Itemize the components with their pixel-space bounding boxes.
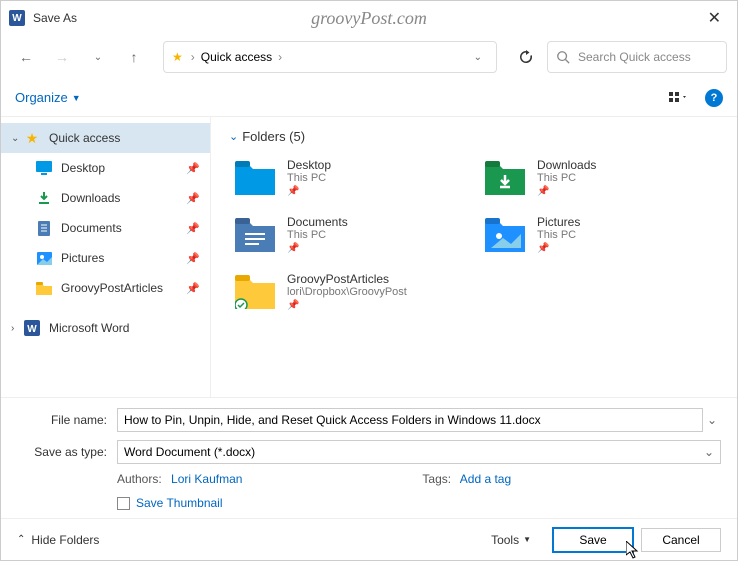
chevron-down-icon: ⌄ [229,130,238,143]
save-thumbnail-checkbox[interactable] [117,497,130,510]
folder-downloads[interactable]: DownloadsThis PC📌 [479,154,709,201]
view-options-button[interactable] [669,90,691,106]
address-bar[interactable]: ★ › Quick access › ⌄ [163,41,497,73]
chevron-up-icon: ⌃ [17,534,25,545]
save-as-dialog: W Save As groovyPost.com ✕ ← → ⌄ ↑ ★ › Q… [0,0,738,561]
tags-value[interactable]: Add a tag [460,472,511,486]
close-button[interactable]: ✕ [700,8,729,28]
chevron-right-icon: › [278,50,282,64]
savetype-combo[interactable]: Word Document (*.docx) ⌄ [117,440,721,464]
download-icon [35,191,53,205]
save-button[interactable]: Save [553,528,633,552]
word-icon: W [23,320,41,336]
sidebar-microsoft-word[interactable]: › W Microsoft Word [1,313,210,343]
sidebar-item-downloads[interactable]: Downloads 📌 [1,183,210,213]
file-content-area: ⌄ Folders (5) DesktopThis PC📌 DownloadsT… [211,117,737,397]
save-thumbnail-label: Save Thumbnail [136,496,223,510]
navigation-pane: ⌄ ★ Quick access Desktop 📌 Downloads 📌 D… [1,117,211,397]
pin-icon: 📌 [537,186,596,197]
search-box[interactable]: Search Quick access [547,41,727,73]
sidebar-item-documents[interactable]: Documents 📌 [1,213,210,243]
desktop-folder-icon [233,159,277,197]
pin-icon: 📌 [186,162,200,175]
pin-icon: 📌 [287,186,331,197]
star-icon: ★ [23,130,41,147]
refresh-button[interactable] [511,42,541,72]
chevron-down-icon: ⌄ [704,445,714,459]
filename-label: File name: [17,413,117,427]
window-title: Save As [33,11,77,25]
chevron-right-icon: › [191,50,195,64]
sidebar-item-pictures[interactable]: Pictures 📌 [1,243,210,273]
back-button[interactable]: ← [11,42,41,72]
pin-icon: 📌 [537,243,580,254]
titlebar: W Save As groovyPost.com ✕ [1,1,737,35]
tags-label: Tags: [422,472,451,486]
pictures-icon [35,252,53,265]
pin-icon: 📌 [186,252,200,265]
pictures-folder-icon [483,216,527,254]
folder-documents[interactable]: DocumentsThis PC📌 [229,211,459,258]
search-icon [556,50,570,64]
watermark-text: groovyPost.com [311,8,427,29]
tools-menu[interactable]: Tools ▼ [491,533,531,547]
navigation-bar: ← → ⌄ ↑ ★ › Quick access › ⌄ Search Quic… [1,35,737,79]
sidebar-quick-access[interactable]: ⌄ ★ Quick access [1,123,210,153]
save-form: File name: ⌄ Save as type: Word Document… [1,397,737,518]
generic-folder-icon [233,273,277,311]
folder-groovypost[interactable]: GroovyPostArticleslori\Dropbox\GroovyPos… [229,268,459,315]
documents-folder-icon [233,216,277,254]
toolbar: Organize ▼ ? [1,79,737,117]
breadcrumb-label: Quick access [201,50,272,64]
folder-pictures[interactable]: PicturesThis PC📌 [479,211,709,258]
desktop-icon [35,161,53,175]
folders-group-header[interactable]: ⌄ Folders (5) [229,129,719,144]
hide-folders-button[interactable]: ⌃ Hide Folders [17,533,99,547]
pin-icon: 📌 [186,282,200,295]
help-button[interactable]: ? [705,89,723,107]
star-icon: ★ [172,50,183,64]
organize-menu[interactable]: Organize ▼ [15,90,81,105]
pin-icon: 📌 [287,300,407,311]
downloads-folder-icon [483,159,527,197]
main-area: ⌄ ★ Quick access Desktop 📌 Downloads 📌 D… [1,117,737,397]
chevron-down-icon: ⌄ [11,133,23,144]
pin-icon: 📌 [287,243,348,254]
folder-desktop[interactable]: DesktopThis PC📌 [229,154,459,201]
sidebar-item-desktop[interactable]: Desktop 📌 [1,153,210,183]
forward-button[interactable]: → [47,42,77,72]
pin-icon: 📌 [186,222,200,235]
authors-label: Authors: [117,472,162,486]
chevron-down-icon: ▼ [72,93,81,103]
pin-icon: 📌 [186,192,200,205]
chevron-down-icon: ▼ [523,535,531,544]
breadcrumb-dropdown[interactable]: ⌄ [468,52,488,63]
svg-text:W: W [27,324,37,335]
word-app-icon: W [9,10,25,26]
folder-icon [35,282,53,295]
cursor-icon [626,541,640,559]
dialog-footer: ⌃ Hide Folders Tools ▼ Save Cancel [1,518,737,560]
filename-input[interactable] [117,408,703,432]
savetype-label: Save as type: [17,445,117,459]
cancel-button[interactable]: Cancel [641,528,721,552]
document-icon [35,221,53,236]
recent-dropdown[interactable]: ⌄ [83,42,113,72]
sidebar-item-groovypost[interactable]: GroovyPostArticles 📌 [1,273,210,303]
search-placeholder: Search Quick access [578,50,691,64]
chevron-right-icon: › [11,323,23,334]
authors-value[interactable]: Lori Kaufman [171,472,242,486]
up-button[interactable]: ↑ [119,42,149,72]
filename-dropdown[interactable]: ⌄ [703,413,721,427]
